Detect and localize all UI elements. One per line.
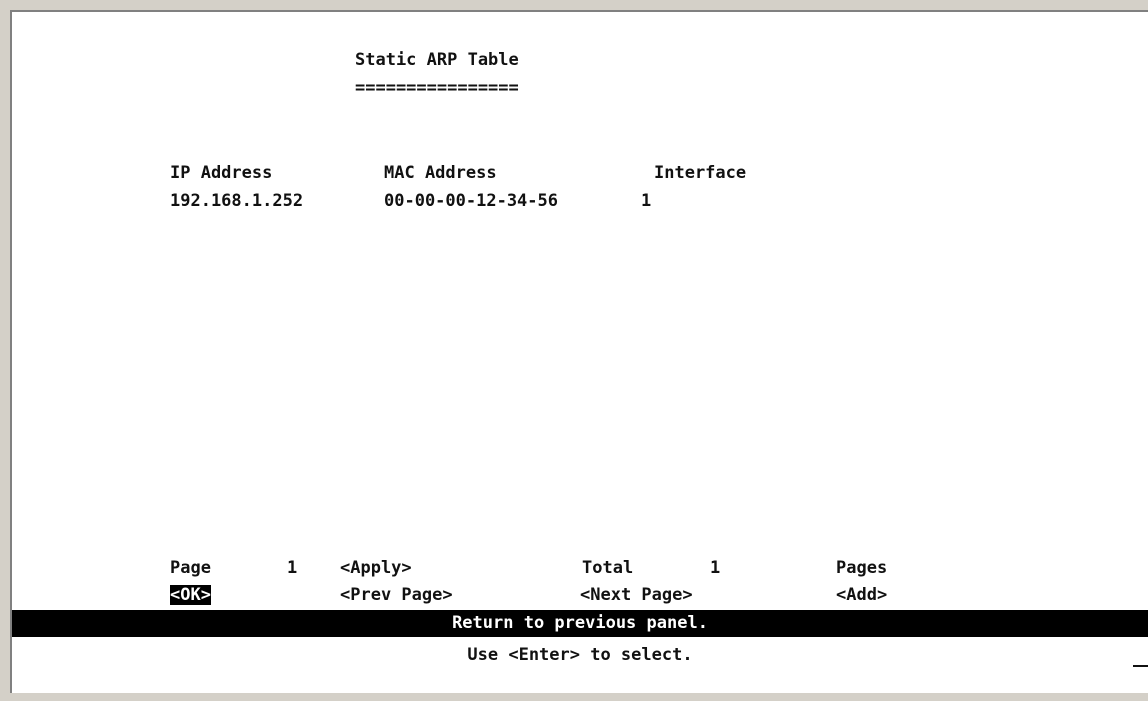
total-pages-value: 1 [710,558,721,578]
total-label: Total [582,558,634,578]
panel-title-underline: ================ [355,78,519,98]
status-bar: Return to previous panel. [12,610,1148,637]
status-message: Return to previous panel. [452,613,708,633]
ok-button[interactable]: <OK> [170,585,211,605]
window-frame-top-border [8,10,1148,12]
column-header-interface: Interface [654,163,747,183]
apply-button[interactable]: <Apply> [340,558,412,578]
window-frame-top [0,0,1148,10]
window-frame-bottom [0,693,1148,701]
cursor-icon [1133,665,1148,667]
panel-title: Static ARP Table [355,50,519,70]
row-ip-address: 192.168.1.252 [170,191,304,211]
prev-page-button[interactable]: <Prev Page> [340,585,453,605]
page-label: Page [170,558,211,578]
add-button[interactable]: <Add> [836,585,887,605]
row-interface: 1 [641,191,652,211]
next-page-button[interactable]: <Next Page> [580,585,693,605]
row-mac-address: 00-00-00-12-34-56 [384,191,558,211]
terminal-screen: Static ARP Table ================ IP Add… [0,0,1148,701]
window-frame-left [0,0,10,701]
pages-label: Pages [836,558,888,578]
help-text: Use <Enter> to select. [467,645,693,665]
page-number-field[interactable]: 1 [287,558,297,578]
column-header-mac-address: MAC Address [384,163,497,183]
column-header-ip-address: IP Address [170,163,273,183]
window-frame-left-border [10,10,12,701]
